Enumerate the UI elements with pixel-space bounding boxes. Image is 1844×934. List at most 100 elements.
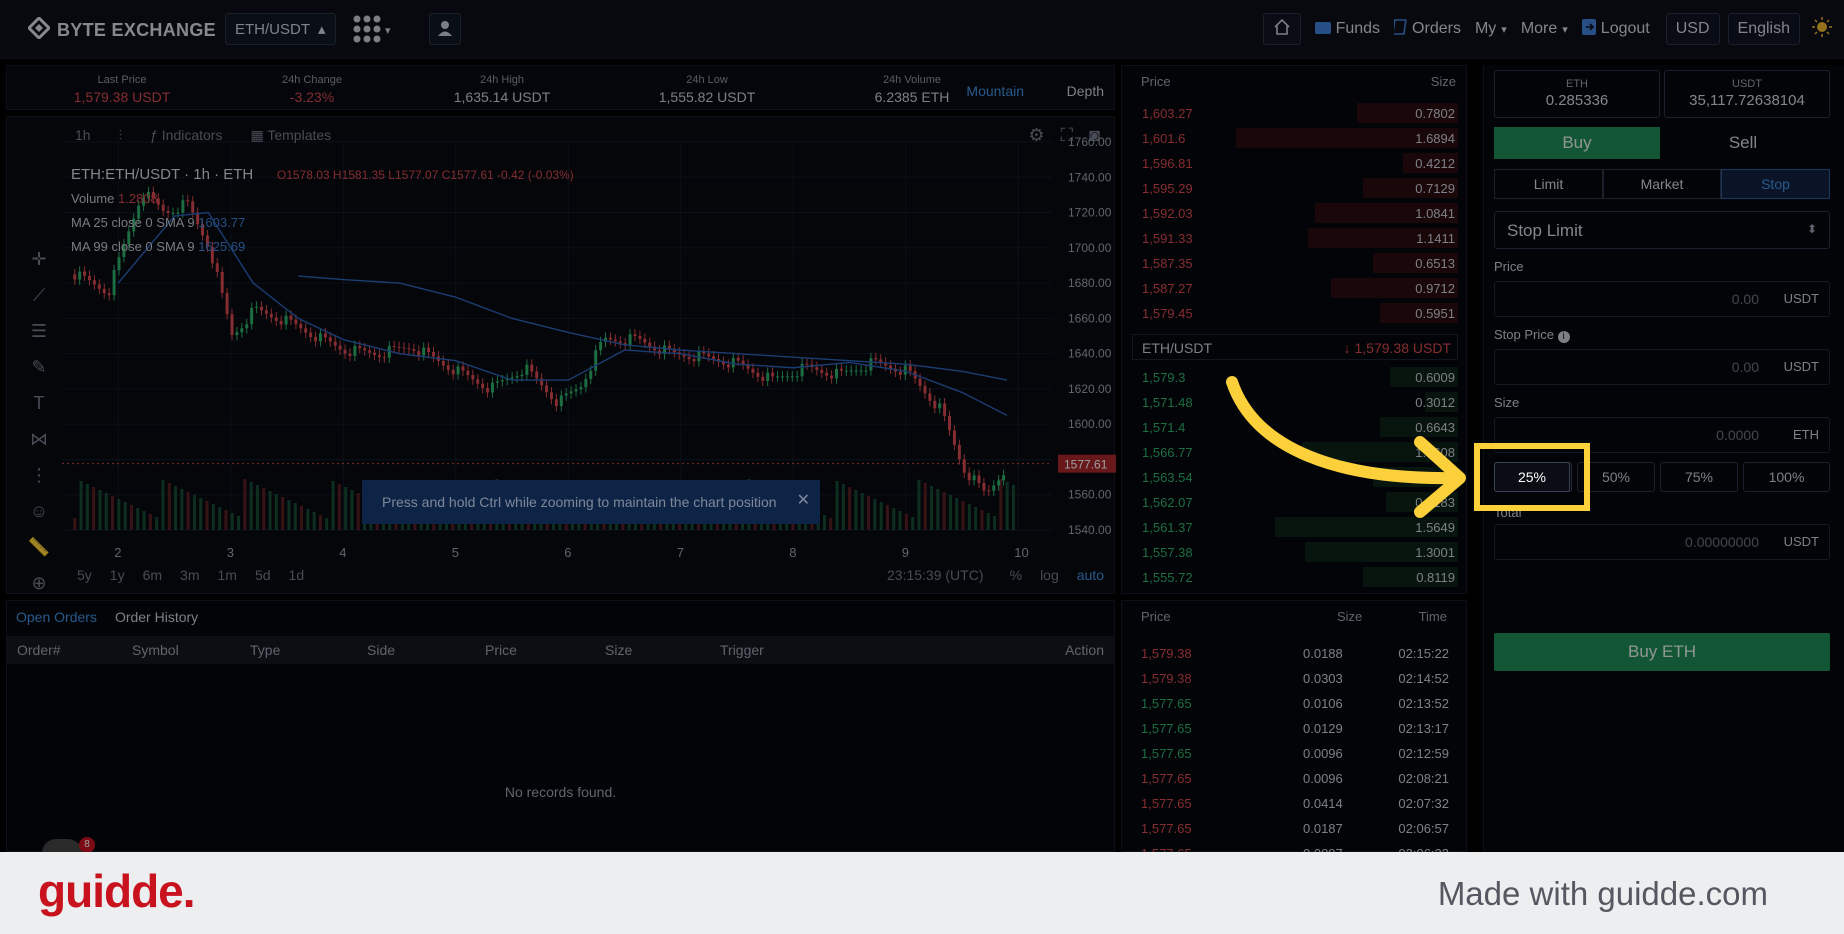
ask-row[interactable]: 1,596.81 0.4212 — [1132, 152, 1458, 174]
candle-body — [608, 337, 612, 340]
tab-open-orders[interactable]: Open Orders — [16, 609, 97, 625]
ask-row[interactable]: 1,601.6 1.6894 — [1132, 127, 1458, 149]
type-limit[interactable]: Limit — [1494, 169, 1603, 199]
templates-button[interactable]: ▦ Templates — [250, 127, 331, 144]
pattern-icon[interactable]: ⋈ — [21, 429, 57, 465]
indicators-button[interactable]: ƒ Indicators — [150, 127, 222, 144]
ruler-icon[interactable]: 📏 — [21, 537, 57, 573]
range-5d[interactable]: 5d — [255, 567, 271, 583]
ask-row[interactable]: 1,592.03 1.0841 — [1132, 202, 1458, 224]
volume-bar — [318, 515, 322, 530]
range-5y[interactable]: 5y — [77, 567, 92, 583]
buy-tab[interactable]: Buy — [1494, 127, 1660, 159]
balance-value: 0.285336 — [1545, 92, 1609, 109]
volume-bar — [274, 494, 278, 530]
scale-percent[interactable]: % — [1010, 567, 1022, 583]
candle-body — [279, 320, 283, 325]
ask-row[interactable]: 1,591.33 1.1411 — [1132, 227, 1458, 249]
type-market[interactable]: Market — [1603, 169, 1721, 199]
scale-auto[interactable]: auto — [1077, 567, 1104, 583]
candle-body — [864, 370, 868, 372]
ask-row[interactable]: 1,595.29 0.7129 — [1132, 177, 1458, 199]
text-icon[interactable]: T — [21, 393, 57, 429]
stop-price-input[interactable]: 0.00 USDT — [1494, 349, 1830, 385]
theme-toggle[interactable] — [1812, 16, 1832, 42]
camera-icon[interactable]: ◙ — [1089, 125, 1100, 146]
order-type-select[interactable]: Stop Limit ⬍ — [1494, 211, 1830, 249]
price-tick: 1740.00 — [1068, 170, 1112, 184]
range-1d[interactable]: 1d — [289, 567, 305, 583]
prediction-icon[interactable]: ⋮ — [21, 465, 57, 501]
nav-orders[interactable]: Orders — [1392, 18, 1461, 40]
range-1m[interactable]: 1m — [218, 567, 237, 583]
bid-row[interactable]: 1,555.72 0.8119 — [1132, 566, 1458, 588]
ask-row[interactable]: 1,579.45 0.5951 — [1132, 302, 1458, 324]
candle-body — [692, 359, 696, 362]
nav-more[interactable]: More ▾ — [1521, 20, 1568, 38]
tab-order-history[interactable]: Order History — [115, 609, 198, 625]
info-icon[interactable]: i — [1557, 331, 1570, 343]
percent-100-button[interactable]: 100% — [1743, 462, 1830, 492]
candle-body — [869, 358, 873, 371]
nav-my[interactable]: My ▾ — [1475, 20, 1507, 38]
bid-row[interactable]: 1,557.38 1.3001 — [1132, 541, 1458, 563]
ask-row[interactable]: 1,587.35 0.6513 — [1132, 252, 1458, 274]
fib-icon[interactable]: ☰ — [21, 321, 57, 357]
candle-body — [707, 353, 711, 357]
fullscreen-icon[interactable]: ⛶ — [1061, 125, 1074, 146]
row-size: 0.7129 — [1415, 181, 1455, 196]
candle-body — [554, 399, 558, 407]
candle-body — [225, 293, 229, 315]
top-nav-bar: BYTE EXCHANGE ETH/USDT ▴ ▾ Funds Orders … — [0, 0, 1844, 59]
brand-logo[interactable]: BYTE EXCHANGE — [26, 15, 216, 44]
trend-line-icon[interactable]: ⟋ — [21, 285, 57, 321]
crosshair-icon[interactable]: ✛ — [21, 249, 57, 285]
price-chart-panel[interactable]: 1760.00 1740.00 1720.00 1700.00 1680.00 1660.… — [6, 116, 1116, 665]
guidde-logo[interactable]: guidde. — [38, 864, 196, 918]
language-selector[interactable]: English — [1727, 13, 1800, 45]
emoji-icon[interactable]: ☺ — [21, 501, 57, 537]
volume-bar — [148, 514, 152, 530]
ask-row[interactable]: 1,587.27 0.9712 — [1132, 277, 1458, 299]
nav-funds[interactable]: Funds — [1314, 20, 1380, 39]
home-button[interactable] — [1262, 13, 1301, 45]
user-button[interactable] — [429, 13, 461, 45]
range-3m[interactable]: 3m — [180, 567, 199, 583]
pair-selector[interactable]: ETH/USDT ▴ — [225, 13, 336, 45]
buy-eth-button[interactable]: Buy ETH — [1494, 633, 1830, 671]
ask-row[interactable]: 1,603.27 0.7802 — [1132, 102, 1458, 124]
volume-label: Volume — [71, 191, 115, 206]
row-price: 1,595.29 — [1142, 181, 1193, 196]
candle-body — [314, 336, 318, 342]
volume-bar — [835, 481, 839, 530]
trade-size: 0.0106 — [1303, 696, 1343, 711]
nav-logout[interactable]: Logout — [1581, 18, 1650, 40]
orders-tabs: Open Orders Order History — [16, 609, 198, 625]
candle-body — [874, 358, 878, 360]
candle-body — [559, 395, 563, 407]
scale-log[interactable]: log — [1040, 567, 1059, 583]
percent-75-button[interactable]: 75% — [1660, 462, 1738, 492]
tab-depth[interactable]: Depth — [1067, 83, 1104, 99]
help-widget-icon[interactable] — [42, 839, 82, 853]
settings-icon[interactable]: ⚙ — [1028, 125, 1044, 146]
volume-bar — [205, 501, 209, 530]
volume-bar — [904, 514, 908, 530]
range-6m[interactable]: 6m — [143, 567, 162, 583]
type-stop[interactable]: Stop — [1721, 169, 1830, 199]
volume-bar — [142, 511, 146, 530]
range-1y[interactable]: 1y — [110, 567, 125, 583]
ma99-value: 1625.69 — [198, 239, 246, 254]
candle-body — [466, 370, 470, 376]
interval-button[interactable]: 1h — [75, 127, 91, 144]
apps-menu[interactable]: ▾ — [353, 15, 391, 46]
candle-body — [412, 349, 416, 351]
currency-selector[interactable]: USD — [1665, 13, 1720, 45]
brush-icon[interactable]: ✎ — [21, 357, 57, 393]
tab-mountain[interactable]: Mountain — [966, 83, 1024, 99]
total-input[interactable]: 0.00000000 USDT — [1494, 524, 1830, 560]
close-icon[interactable]: ✕ — [797, 490, 810, 510]
price-input[interactable]: 0.00 USDT — [1494, 281, 1830, 317]
sell-tab[interactable]: Sell — [1660, 127, 1826, 159]
candle-type-icon[interactable]: ⫶ — [119, 127, 123, 144]
